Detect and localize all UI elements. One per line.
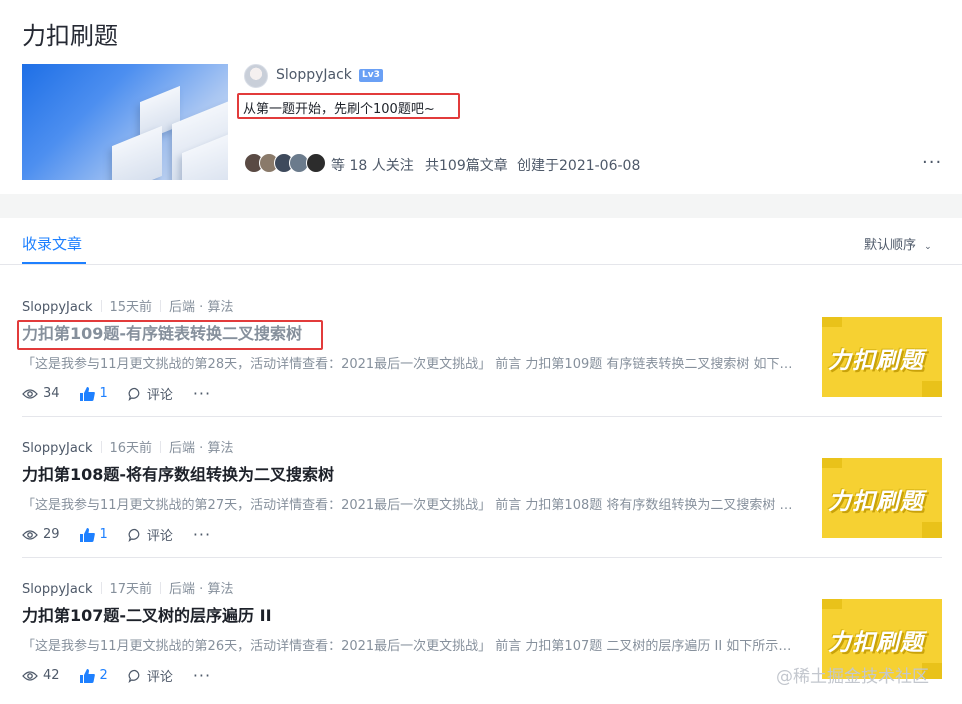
article-thumbnail[interactable]: 力扣刷题 — [822, 317, 942, 397]
article-item[interactable]: SloppyJack 16天前 后端 · 算法 力扣第108题-将有序数组转换为二叉… — [22, 437, 942, 578]
article-excerpt[interactable]: 「这是我参与11月更文挑战的第28天，活动详情查看：2021最后一次更文挑战」 … — [22, 353, 802, 372]
views-count: 42 — [43, 668, 60, 683]
article-actions: 34 1 评论 ··· — [22, 384, 211, 403]
followers-count[interactable]: 等 18 人关注 — [331, 155, 414, 175]
like-button[interactable]: 2 — [79, 668, 108, 683]
comment-icon — [128, 669, 140, 683]
article-author[interactable]: SloppyJack — [22, 300, 93, 315]
level-badge: Lv3 — [359, 69, 383, 82]
comment-button[interactable]: 评论 — [128, 384, 173, 403]
article-title[interactable]: 力扣第107题-二叉树的层序遍历 II — [22, 602, 272, 626]
likes-count: 1 — [99, 527, 108, 542]
views-count: 34 — [43, 386, 60, 401]
more-icon[interactable]: ··· — [193, 525, 211, 544]
comment-label: 评论 — [146, 529, 173, 544]
article-tags[interactable]: 后端 · 算法 — [169, 300, 233, 315]
views: 29 — [22, 527, 60, 542]
likes-count: 1 — [99, 386, 108, 401]
eye-icon — [22, 388, 38, 399]
articles-count: 共109篇文章 — [425, 158, 508, 174]
comment-button[interactable]: 评论 — [128, 525, 173, 544]
like-button[interactable]: 1 — [79, 527, 108, 542]
article-meta: SloppyJack 17天前 后端 · 算法 — [22, 578, 233, 597]
author-avatar[interactable] — [244, 64, 268, 88]
article-tags[interactable]: 后端 · 算法 — [169, 441, 233, 456]
page-title: 力扣刷题 — [22, 22, 118, 50]
follower-avatar — [306, 153, 326, 173]
article-meta: SloppyJack 16天前 后端 · 算法 — [22, 437, 233, 456]
comment-label: 评论 — [146, 670, 173, 685]
article-tags[interactable]: 后端 · 算法 — [169, 582, 233, 597]
article-time: 16天前 — [109, 441, 153, 456]
sort-dropdown[interactable]: 默认顺序 ⌄ — [864, 234, 932, 253]
article-time: 15天前 — [109, 300, 153, 315]
article-author[interactable]: SloppyJack — [22, 441, 93, 456]
article-excerpt[interactable]: 「这是我参与11月更文挑战的第27天，活动详情查看：2021最后一次更文挑战」 … — [22, 494, 802, 513]
article-excerpt[interactable]: 「这是我参与11月更文挑战的第26天，活动详情查看：2021最后一次更文挑战」 … — [22, 635, 802, 654]
author-name[interactable]: SloppyJack — [276, 67, 352, 83]
views-count: 29 — [43, 527, 60, 542]
article-time: 17天前 — [109, 582, 153, 597]
more-icon[interactable]: ··· — [193, 666, 211, 685]
more-options-button[interactable]: ··· — [922, 152, 942, 173]
thumbs-up-icon — [79, 527, 95, 542]
more-icon[interactable]: ··· — [193, 384, 211, 403]
article-actions: 42 2 评论 ··· — [22, 666, 211, 685]
comment-icon — [128, 387, 140, 401]
thumbs-up-icon — [79, 386, 95, 401]
chevron-down-icon: ⌄ — [924, 242, 932, 252]
article-author[interactable]: SloppyJack — [22, 582, 93, 597]
views: 42 — [22, 668, 60, 683]
thumbnail-text: 力扣刷题 — [828, 489, 924, 515]
created-date: 创建于2021-06-08 — [517, 158, 641, 174]
tabs-divider — [0, 264, 962, 265]
thumbs-up-icon — [79, 668, 95, 683]
column-description: 从第一题开始，先刷个100题吧~ — [243, 102, 435, 117]
watermark: @稀土掘金技术社区 — [776, 667, 929, 687]
section-separator — [0, 194, 962, 218]
thumbnail-text: 力扣刷题 — [828, 630, 924, 656]
title-highlight-box — [17, 320, 323, 350]
comment-icon — [128, 528, 140, 542]
sort-label: 默认顺序 — [864, 238, 917, 253]
likes-count: 2 — [99, 668, 108, 683]
article-actions: 29 1 评论 ··· — [22, 525, 211, 544]
article-title[interactable]: 力扣第108题-将有序数组转换为二叉搜索树 — [22, 461, 334, 485]
thumbnail-text: 力扣刷题 — [828, 348, 924, 374]
article-meta: SloppyJack 15天前 后端 · 算法 — [22, 296, 233, 315]
item-divider — [22, 557, 942, 558]
like-button[interactable]: 1 — [79, 386, 108, 401]
eye-icon — [22, 529, 38, 540]
tab-collected-articles[interactable]: 收录文章 — [22, 233, 82, 254]
column-cover-image — [22, 64, 228, 180]
eye-icon — [22, 670, 38, 681]
comment-button[interactable]: 评论 — [128, 666, 173, 685]
article-thumbnail[interactable]: 力扣刷题 — [822, 458, 942, 538]
comment-label: 评论 — [146, 388, 173, 403]
item-divider — [22, 416, 942, 417]
views: 34 — [22, 386, 60, 401]
article-item[interactable]: SloppyJack 15天前 后端 · 算法 力扣第109题-有序链表转换二叉搜索… — [22, 296, 942, 437]
